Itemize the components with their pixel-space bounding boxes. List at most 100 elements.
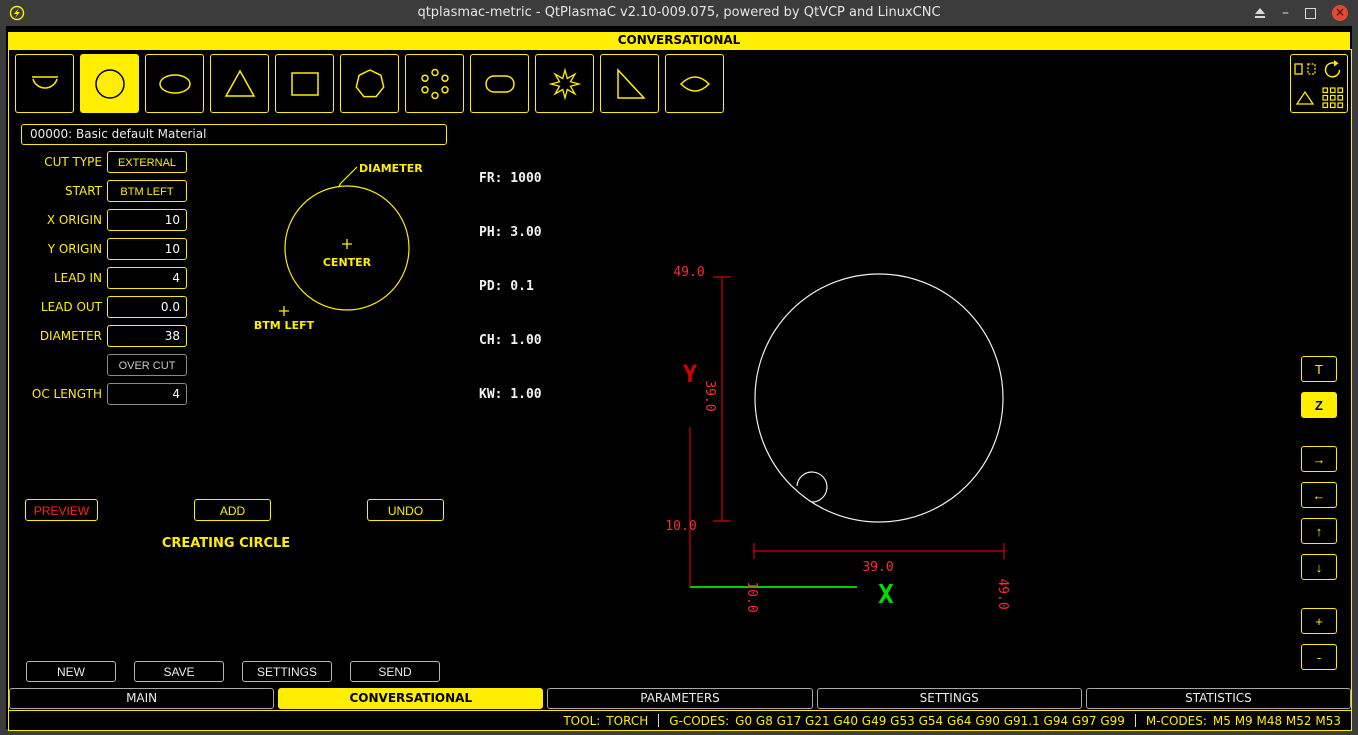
rectangle-icon — [285, 64, 325, 104]
shape-tool-triangle[interactable] — [210, 54, 269, 113]
x-origin-label: X ORIGIN — [9, 209, 102, 231]
over-cut-button[interactable]: OVER CUT — [107, 354, 187, 376]
shape-tool-rectangle[interactable] — [275, 54, 334, 113]
keep-above-icon[interactable] — [1254, 8, 1266, 19]
flip-icon — [1293, 86, 1317, 110]
array-button[interactable] — [1319, 84, 1347, 113]
rotate-icon — [1321, 57, 1345, 81]
diagram-center-label: CENTER — [323, 256, 372, 269]
save-button[interactable]: SAVE — [134, 661, 224, 682]
diameter-label: DIAMETER — [9, 325, 102, 347]
center-cross-marker — [342, 239, 352, 249]
pan-down-button[interactable]: ↓ — [1301, 554, 1337, 580]
cut-height-readout: CH: 1.00 — [479, 332, 557, 350]
zoom-in-button[interactable]: + — [1301, 608, 1337, 634]
mode-banner: CONVERSATIONAL — [8, 32, 1350, 49]
app-body: CONVERSATIONAL — [6, 26, 1352, 729]
mcodes-value: M5 M9 M48 M52 M53 — [1213, 714, 1341, 728]
z-view-button[interactable]: Z — [1301, 392, 1337, 418]
dimension-lines — [690, 277, 1004, 587]
tab-statistics[interactable]: STATISTICS — [1086, 688, 1351, 709]
shape-tool-gusset[interactable] — [600, 54, 659, 113]
rotate-button[interactable] — [1319, 55, 1347, 84]
status-bar: TOOL: TORCH G-CODES: G0 G8 G17 G21 G40 G… — [9, 710, 1351, 730]
shape-tool-slot[interactable] — [470, 54, 529, 113]
lead-in-arc — [797, 472, 827, 502]
titlebar: qtplasmac-metric - QtPlasmaC v2.10-009.0… — [0, 0, 1358, 26]
gcodes-value: G0 G8 G17 G21 G40 G49 G53 G54 G64 G90 G9… — [735, 714, 1125, 728]
status-separator — [1135, 714, 1136, 727]
dim-width-span: 39.0 — [862, 560, 893, 575]
diameter-leader-line — [339, 167, 357, 186]
material-selector[interactable]: 00000: Basic default Material — [21, 124, 447, 145]
mirror-button[interactable] — [1291, 55, 1319, 84]
tab-main[interactable]: MAIN — [9, 688, 274, 709]
line-arc-icon — [25, 64, 65, 104]
pan-right-button[interactable]: → — [1301, 446, 1337, 472]
x-origin-input[interactable] — [107, 209, 187, 231]
shape-tool-ellipse[interactable] — [145, 54, 204, 113]
y-origin-input[interactable] — [107, 238, 187, 260]
flip-button[interactable] — [1291, 84, 1319, 113]
pan-up-button[interactable]: ↑ — [1301, 518, 1337, 544]
pierce-height-readout: PH: 3.00 — [479, 224, 557, 242]
tool-value: TORCH — [606, 714, 648, 728]
cut-path-circle — [755, 274, 1003, 522]
new-button[interactable]: NEW — [26, 661, 116, 682]
shape-tool-polygon[interactable] — [340, 54, 399, 113]
send-button[interactable]: SEND — [350, 661, 440, 682]
gcodes-label: G-CODES: — [669, 714, 729, 728]
array-grid-icon — [1321, 86, 1345, 110]
status-separator — [658, 714, 659, 727]
minimize-button[interactable]: – — [1282, 5, 1289, 21]
dim-y-offset: 10.0 — [665, 519, 696, 534]
top-view-button[interactable]: T — [1301, 356, 1337, 382]
gcode-preview-area: 49.0 39.0 10.0 39.0 10.0 49.0 Y X FR: 10… — [465, 124, 1293, 670]
diameter-input[interactable] — [107, 325, 187, 347]
start-label: START — [9, 180, 102, 202]
lead-out-input[interactable] — [107, 296, 187, 318]
cut-type-button[interactable]: EXTERNAL — [107, 151, 187, 173]
add-button[interactable]: ADD — [194, 499, 271, 521]
dim-x-offset: 10.0 — [744, 581, 759, 612]
shape-tool-bolt-circle[interactable] — [405, 54, 464, 113]
oc-length-label: OC LENGTH — [9, 383, 102, 405]
tool-label: TOOL: — [563, 714, 600, 728]
shape-transform-group — [1290, 54, 1348, 113]
undo-button[interactable]: UNDO — [367, 499, 444, 521]
shape-tool-circle[interactable] — [80, 54, 139, 113]
oc-length-input[interactable] — [107, 383, 187, 405]
creating-status-text: CREATING CIRCLE — [9, 536, 443, 551]
main-tab-bar: MAIN CONVERSATIONAL PARAMETERS SETTINGS … — [9, 688, 1351, 709]
y-origin-label: Y ORIGIN — [9, 238, 102, 260]
start-position-button[interactable]: BTM LEFT — [107, 180, 187, 202]
settings-button[interactable]: SETTINGS — [242, 661, 332, 682]
cut-type-label: CUT TYPE — [9, 151, 102, 173]
shape-tool-line-arc[interactable] — [15, 54, 74, 113]
pan-left-button[interactable]: ← — [1301, 482, 1337, 508]
zoom-out-button[interactable]: - — [1301, 644, 1337, 670]
lead-in-input[interactable] — [107, 267, 187, 289]
preview-button[interactable]: PREVIEW — [25, 499, 98, 521]
feed-rate-readout: FR: 1000 — [479, 170, 557, 188]
x-axis-marker: X — [878, 580, 894, 610]
lead-in-label: LEAD IN — [9, 267, 102, 289]
dim-height-total: 49.0 — [673, 265, 704, 280]
diagram-diameter-label: DIAMETER — [359, 162, 423, 175]
mcodes-label: M-CODES: — [1146, 714, 1207, 728]
pierce-delay-readout: PD: 0.1 — [479, 278, 557, 296]
close-button[interactable]: × — [1332, 5, 1348, 21]
conversational-panel: 00000: Basic default Material CUT TYPE E… — [8, 49, 1352, 731]
tab-parameters[interactable]: PARAMETERS — [547, 688, 812, 709]
shape-tool-lens[interactable] — [665, 54, 724, 113]
circle-icon — [90, 64, 130, 104]
mirror-icon — [1293, 57, 1317, 81]
cut-parameters-readout: FR: 1000 PH: 3.00 PD: 0.1 CH: 1.00 KW: 1… — [479, 134, 557, 440]
tab-conversational[interactable]: CONVERSATIONAL — [278, 688, 543, 709]
ellipse-icon — [155, 64, 195, 104]
window-controls: – × — [1254, 0, 1348, 26]
restore-icon[interactable] — [1305, 8, 1316, 19]
polygon-icon — [350, 64, 390, 104]
shape-tool-star[interactable] — [535, 54, 594, 113]
tab-settings[interactable]: SETTINGS — [817, 688, 1082, 709]
